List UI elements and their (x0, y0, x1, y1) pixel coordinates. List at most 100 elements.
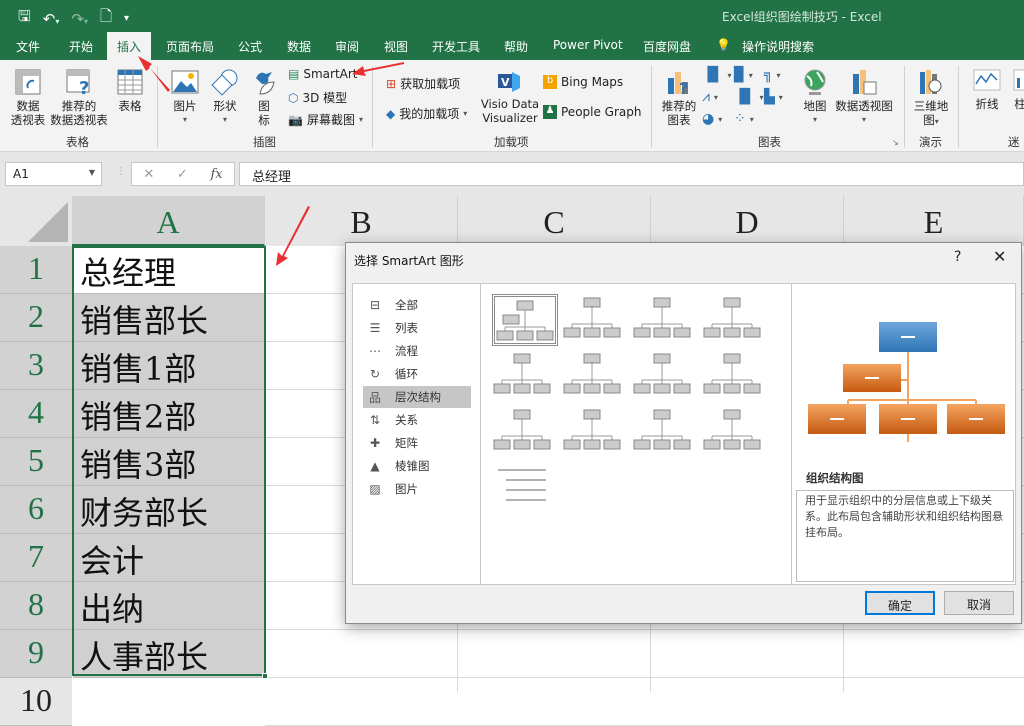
enter-icon[interactable]: ✓ (177, 167, 188, 182)
row-header-3[interactable]: 3 (0, 342, 72, 390)
column-header-b[interactable]: B (265, 196, 458, 246)
fill-handle[interactable] (262, 673, 268, 679)
tab-formulas[interactable]: 公式 (238, 38, 262, 55)
map-chart-button[interactable]: 地图 ▾ (800, 68, 830, 127)
save-icon[interactable]: 🖫 (18, 6, 31, 31)
formula-input[interactable]: 总经理 (239, 162, 1024, 186)
layout-thumb[interactable] (702, 406, 768, 458)
icons-button[interactable]: 图标 (250, 68, 278, 127)
layout-thumb[interactable] (632, 294, 698, 346)
waterfall-chart-button[interactable]: ╗ ▾ (764, 67, 780, 83)
pivot-chart-button[interactable]: 数据透视图 ▾ (834, 68, 894, 127)
category-cycle[interactable]: ↻ 循环 (363, 363, 471, 385)
layout-thumb[interactable] (702, 350, 768, 402)
bing-maps-button[interactable]: b Bing Maps (543, 75, 623, 89)
line-chart-button[interactable]: ⩘ ▾ (702, 89, 718, 105)
name-box[interactable]: A1 ▼ (5, 162, 102, 186)
tab-home[interactable]: 开始 (69, 38, 93, 55)
cell-a9[interactable]: 人事部长 (73, 630, 265, 678)
row-header-7[interactable]: 7 (0, 534, 72, 582)
tab-file[interactable]: 文件 (16, 38, 40, 55)
pictures-button[interactable]: 图片 ▾ (168, 68, 202, 127)
row-header-10[interactable]: 10 (0, 678, 72, 726)
help-button[interactable]: ? (954, 249, 961, 265)
column-header-a[interactable]: A (72, 196, 265, 246)
layout-thumb[interactable] (632, 406, 698, 458)
visio-button[interactable]: V Visio Data Visualizer (480, 68, 540, 125)
get-addins-button[interactable]: ⊞ 获取加载项 (386, 75, 460, 92)
scatter-chart-button[interactable]: ⁘ ▾ (734, 111, 754, 127)
combo-chart-button[interactable]: ▙ ▾ (764, 89, 783, 105)
customize-icon[interactable]: ▾ (124, 13, 129, 24)
category-hierarchy[interactable]: 品层次结构 (363, 386, 471, 408)
column-header-c[interactable]: C (458, 196, 651, 246)
cell-a8[interactable]: 出纳 (73, 582, 265, 630)
cell-a1[interactable]: 总经理 (73, 246, 265, 294)
row-header-6[interactable]: 6 (0, 486, 72, 534)
sparkline-column-button[interactable]: 柱 (1010, 68, 1024, 111)
shapes-button[interactable]: 形状 ▾ (208, 68, 242, 127)
cell-a6[interactable]: 财务部长 (73, 486, 265, 534)
hierarchy-chart-button[interactable]: ▉ ▾ (734, 67, 753, 83)
sparkline-line-button[interactable]: 折线 (970, 68, 1004, 111)
layout-thumb[interactable] (492, 462, 558, 514)
row-header-1[interactable]: 1 (0, 246, 72, 294)
undo-icon[interactable]: ↶▾ (43, 10, 60, 28)
recommended-charts-button[interactable]: ? 推荐的 图表 (660, 68, 698, 127)
row-header-2[interactable]: 2 (0, 294, 72, 342)
screenshot-button[interactable]: 📷 屏幕截图 ▾ (288, 111, 363, 128)
pivot-table-button[interactable]: 数据 透视表 (8, 68, 48, 127)
row-header-9[interactable]: 9 (0, 630, 72, 678)
cancel-icon[interactable]: ✕ (143, 167, 154, 182)
select-all-button[interactable] (0, 196, 72, 246)
cell-a2[interactable]: 销售部长 (73, 294, 265, 342)
cell-a4[interactable]: 销售2部 (73, 390, 265, 438)
3d-map-button[interactable]: 三维地 图▾ (912, 68, 950, 129)
redo-icon[interactable]: ↷▾ (71, 10, 88, 28)
tab-help[interactable]: 帮助 (504, 38, 528, 55)
3d-model-button[interactable]: ⬡ 3D 模型 (288, 89, 347, 106)
people-graph-button[interactable]: ♟ People Graph (543, 105, 642, 119)
layout-thumb[interactable] (562, 294, 628, 346)
category-all[interactable]: ⊟ 全部 (363, 294, 471, 316)
tab-insert[interactable]: 插入 (107, 32, 152, 60)
cancel-button[interactable]: 取消 (944, 591, 1014, 615)
tab-review[interactable]: 审阅 (335, 38, 359, 55)
my-addins-button[interactable]: ◆ 我的加载项 ▾ (386, 105, 467, 122)
column-header-e[interactable]: E (844, 196, 1024, 246)
tell-me-search[interactable]: 操作说明搜索 (742, 38, 814, 55)
dialog-launcher-icon[interactable]: ↘ (892, 138, 899, 147)
print-preview-icon[interactable]: 🗋 (100, 6, 112, 31)
layout-thumb[interactable] (632, 350, 698, 402)
layout-thumb[interactable] (702, 294, 768, 346)
recommended-pivot-button[interactable]: ? 推荐的 数据透视表 (50, 68, 108, 127)
tab-developer[interactable]: 开发工具 (432, 38, 480, 55)
smartart-button[interactable]: ▤ SmartArt (288, 67, 358, 81)
layout-thumb-org-chart[interactable] (492, 294, 558, 346)
cell-a5[interactable]: 销售3部 (73, 438, 265, 486)
close-button[interactable]: ✕ (993, 247, 1006, 266)
row-header-5[interactable]: 5 (0, 438, 72, 486)
drag-handle[interactable]: ⋮ (116, 166, 126, 177)
category-relationship[interactable]: ⇅ 关系 (363, 409, 471, 431)
layout-thumb[interactable] (562, 350, 628, 402)
tab-baidu[interactable]: 百度网盘 (643, 38, 691, 55)
category-matrix[interactable]: ✚ 矩阵 (363, 432, 471, 454)
table-button[interactable]: 表格 (113, 68, 147, 113)
stat-chart-button[interactable]: ▐▌ ▾ (734, 89, 764, 105)
row-header-8[interactable]: 8 (0, 582, 72, 630)
function-icon[interactable]: fx (210, 167, 222, 182)
cell-a7[interactable]: 会计 (73, 534, 265, 582)
row-header-4[interactable]: 4 (0, 390, 72, 438)
layout-thumb[interactable] (562, 406, 628, 458)
tab-data[interactable]: 数据 (287, 38, 311, 55)
layout-thumb[interactable] (492, 350, 558, 402)
tab-page-layout[interactable]: 页面布局 (166, 38, 214, 55)
category-pyramid[interactable]: ▲ 棱锥图 (363, 455, 471, 477)
category-process[interactable]: ⋯ 流程 (363, 340, 471, 362)
category-picture[interactable]: ▨ 图片 (363, 478, 471, 500)
category-list[interactable]: ☰ 列表 (363, 317, 471, 339)
cell-a3[interactable]: 销售1部 (73, 342, 265, 390)
layout-thumb[interactable] (492, 406, 558, 458)
column-chart-button[interactable]: ▐▌ ▾ (702, 67, 732, 83)
